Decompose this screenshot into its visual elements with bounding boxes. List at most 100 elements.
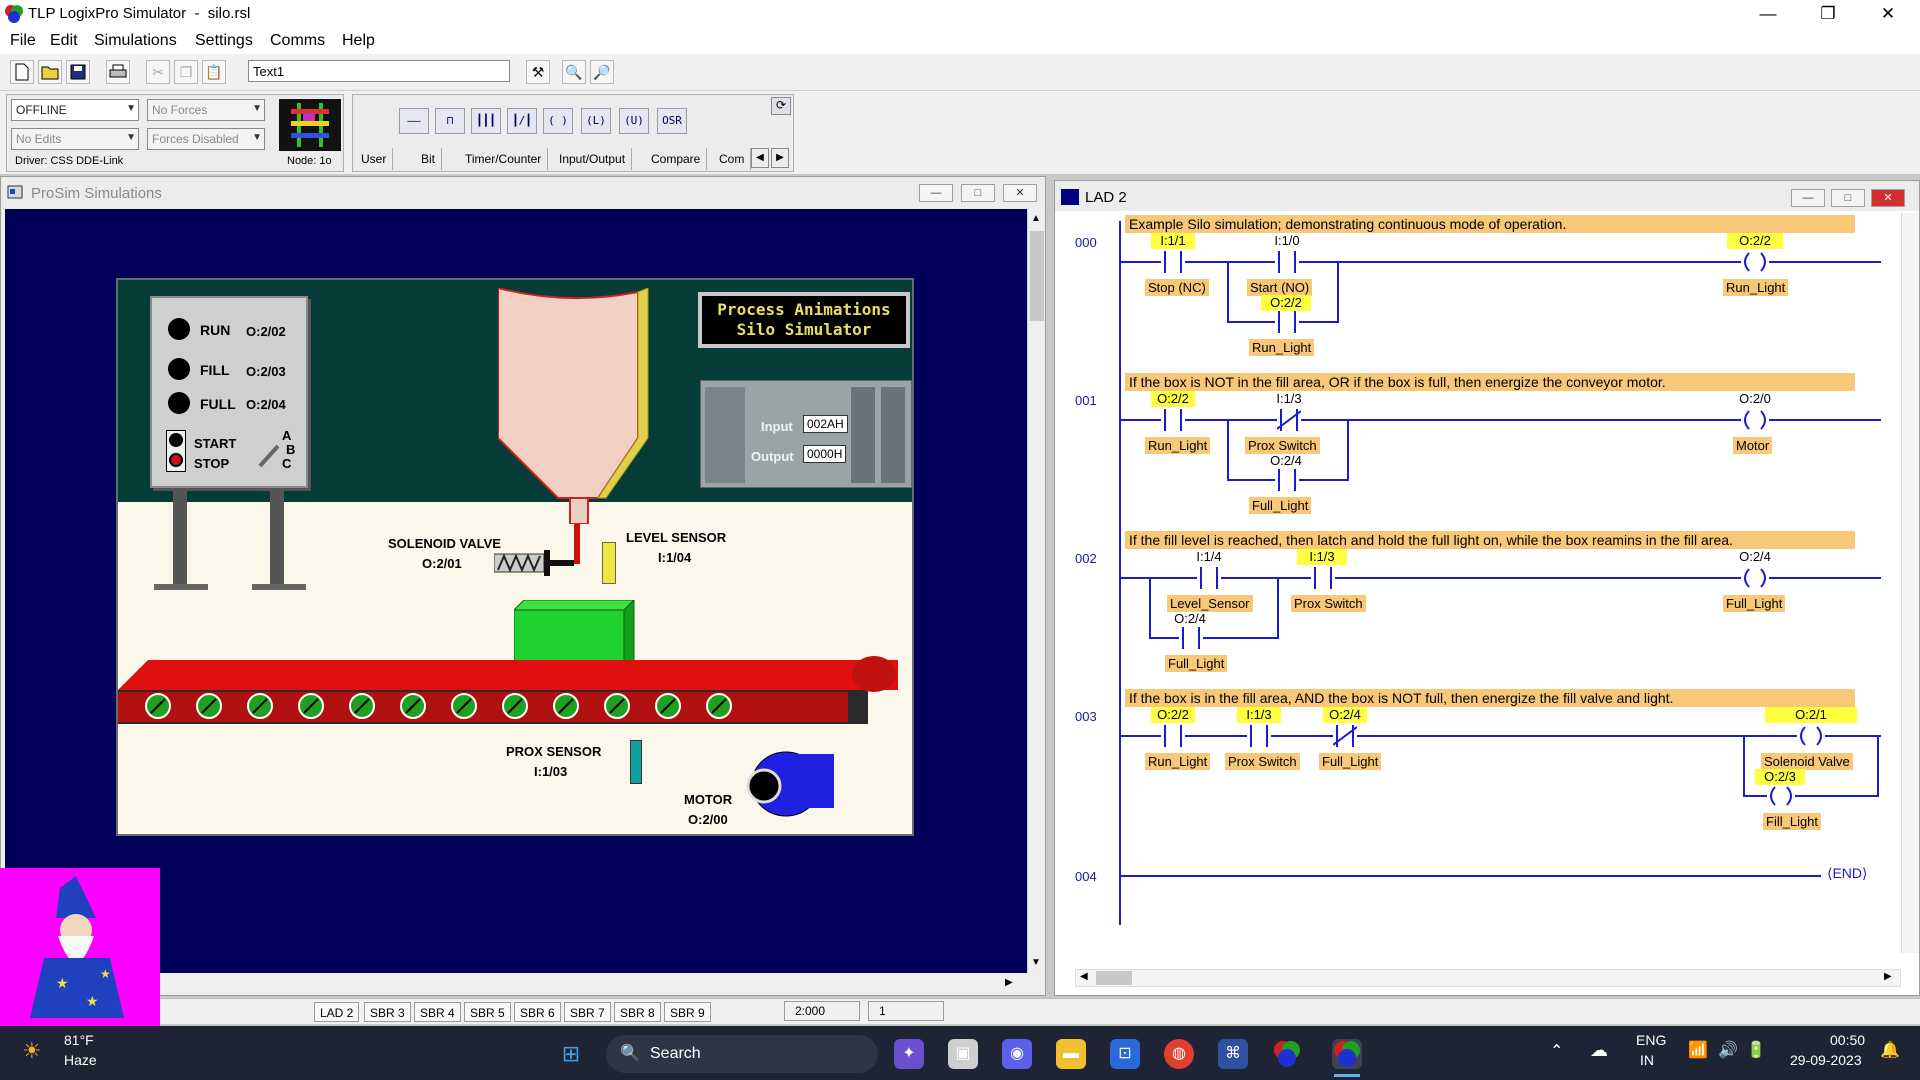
windows-start-icon[interactable]: ⊞ <box>556 1039 586 1069</box>
horizontal-scrollbar[interactable]: ▶ <box>5 975 1045 993</box>
edits-select[interactable]: No Edits ▼ <box>11 128 139 150</box>
xio-button[interactable]: ┃/┃ <box>507 108 537 134</box>
output-coil-icon[interactable] <box>1741 409 1769 431</box>
zoom-in-icon[interactable]: 🔍 <box>562 60 586 84</box>
language-code[interactable]: ENG <box>1636 1032 1666 1048</box>
otu-button[interactable]: (U) <box>619 108 649 134</box>
new-file-icon[interactable] <box>10 60 34 84</box>
tab-sbr-3[interactable]: SBR 3 <box>364 1002 411 1022</box>
lad-horizontal-scrollbar[interactable]: ◀ ▶ <box>1075 969 1901 987</box>
lad-maximize-button[interactable]: □ <box>1831 189 1865 207</box>
restore-button[interactable]: ❐ <box>1805 0 1851 28</box>
output-coil-icon[interactable] <box>1741 251 1769 273</box>
network-app-icon[interactable]: ⌘ <box>1218 1039 1248 1069</box>
tab-timer-counter[interactable]: Timer/Counter <box>459 148 549 170</box>
search-box[interactable]: 🔍 Search <box>606 1035 878 1073</box>
paste-icon[interactable]: 📋 <box>202 60 226 84</box>
ote-button[interactable]: ( ) <box>543 108 573 134</box>
xic-contact-icon[interactable] <box>1275 251 1299 273</box>
xic-contact-icon[interactable] <box>1197 567 1221 589</box>
tab-user[interactable]: User <box>355 148 394 170</box>
open-folder-icon[interactable] <box>38 60 62 84</box>
scroll-right-icon[interactable]: ▶ <box>1005 977 1013 988</box>
cloud-icon[interactable]: ☁ <box>1590 1040 1608 1061</box>
tab-sbr-4[interactable]: SBR 4 <box>414 1002 461 1022</box>
text-input[interactable] <box>248 60 510 82</box>
logixpro-app-icon[interactable] <box>1272 1039 1302 1069</box>
xio-contact-icon[interactable] <box>1161 251 1185 273</box>
mode-select[interactable]: OFFLINE ▼ <box>11 99 139 121</box>
xic-contact-icon[interactable] <box>1161 725 1185 747</box>
clock-date[interactable]: 29-09-2023 <box>1790 1052 1862 1068</box>
output-coil-icon[interactable] <box>1767 785 1795 807</box>
copilot-icon[interactable]: ✦ <box>894 1039 924 1069</box>
close-button[interactable]: ✕ <box>1865 0 1911 28</box>
menu-simulations[interactable]: Simulations <box>94 32 177 50</box>
vertical-scrollbar[interactable]: ▲ ▼ <box>1027 209 1045 973</box>
lad-minimize-button[interactable]: — <box>1791 189 1825 207</box>
tab-sbr-8[interactable]: SBR 8 <box>614 1002 661 1022</box>
rung-button[interactable]: ⊓ <box>435 108 465 134</box>
file-explorer-icon[interactable]: ▬ <box>1056 1039 1086 1069</box>
prosim-maximize-button[interactable]: □ <box>961 184 995 202</box>
scroll-left-icon[interactable]: ◀ <box>1080 971 1088 982</box>
prosim-minimize-button[interactable]: — <box>919 184 953 202</box>
volume-icon[interactable]: 🔊 <box>1718 1040 1738 1060</box>
minimize-button[interactable]: — <box>1745 0 1791 28</box>
branch-button[interactable]: —— <box>399 108 429 134</box>
output-coil-icon[interactable] <box>1797 725 1825 747</box>
tab-bit[interactable]: Bit <box>415 148 443 170</box>
clock-time[interactable]: 00:50 <box>1830 1032 1865 1048</box>
scroll-down-icon[interactable]: ▼ <box>1031 957 1041 968</box>
scroll-right-icon[interactable]: ▶ <box>1884 971 1892 982</box>
task-view-icon[interactable]: ▣ <box>948 1039 978 1069</box>
xio-contact-icon[interactable] <box>1332 725 1358 747</box>
wizard-helper-icon[interactable]: ★ ★ ★ <box>0 868 160 1026</box>
xic-contact-icon[interactable] <box>1275 311 1299 333</box>
tab-com[interactable]: Com <box>713 148 752 170</box>
copy-icon[interactable]: ❐ <box>174 60 198 84</box>
tab-scroll-left-icon[interactable]: ◀ <box>751 148 769 168</box>
xic-contact-icon[interactable] <box>1275 469 1299 491</box>
latch-coil-icon[interactable] <box>1741 567 1769 589</box>
menu-help[interactable]: Help <box>342 32 375 50</box>
tab-sbr-6[interactable]: SBR 6 <box>514 1002 561 1022</box>
redo-icon[interactable]: ⟳ <box>771 97 791 115</box>
logixpro-active-icon[interactable] <box>1332 1039 1362 1069</box>
scroll-thumb[interactable] <box>1096 971 1132 985</box>
tab-sbr-5[interactable]: SBR 5 <box>464 1002 511 1022</box>
xic-button[interactable]: ┃┃┃ <box>471 108 501 134</box>
battery-icon[interactable]: 🔋 <box>1746 1040 1766 1060</box>
tab-compare[interactable]: Compare <box>645 148 708 170</box>
tab-sbr-9[interactable]: SBR 9 <box>664 1002 711 1022</box>
tools-icon[interactable]: ⚒ <box>526 60 550 84</box>
tab-input-output[interactable]: Input/Output <box>553 148 633 170</box>
meet-icon[interactable]: ◉ <box>1002 1039 1032 1069</box>
xic-contact-icon[interactable] <box>1311 567 1335 589</box>
osr-button[interactable]: OSR <box>657 108 687 134</box>
cut-icon[interactable]: ✂ <box>146 60 170 84</box>
chrome-icon[interactable]: ◍ <box>1164 1039 1194 1069</box>
weather-icon[interactable]: ☀ <box>22 1038 52 1068</box>
forces-select[interactable]: No Forces ▼ <box>147 99 265 121</box>
save-icon[interactable] <box>66 60 90 84</box>
store-icon[interactable]: ⊡ <box>1110 1039 1140 1069</box>
tab-lad-2[interactable]: LAD 2 <box>314 1002 360 1022</box>
lad-close-button[interactable]: ✕ <box>1871 189 1905 207</box>
scroll-up-icon[interactable]: ▲ <box>1031 213 1041 224</box>
menu-edit[interactable]: Edit <box>50 32 78 50</box>
lad-vertical-scrollbar[interactable] <box>1901 213 1919 953</box>
menu-settings[interactable]: Settings <box>195 32 253 50</box>
notification-bell-icon[interactable]: 🔔 <box>1880 1040 1900 1060</box>
xic-contact-icon[interactable] <box>1247 725 1271 747</box>
print-icon[interactable] <box>106 60 130 84</box>
chevron-up-icon[interactable]: ⌃ <box>1550 1041 1563 1061</box>
otl-button[interactable]: (L) <box>581 108 611 134</box>
scroll-thumb[interactable] <box>1030 231 1044 321</box>
xic-contact-icon[interactable] <box>1161 409 1185 431</box>
menu-file[interactable]: File <box>10 32 36 50</box>
menu-comms[interactable]: Comms <box>270 32 325 50</box>
tab-scroll-right-icon[interactable]: ▶ <box>771 148 789 168</box>
prosim-close-button[interactable]: ✕ <box>1003 184 1037 202</box>
xic-contact-icon[interactable] <box>1179 627 1203 649</box>
